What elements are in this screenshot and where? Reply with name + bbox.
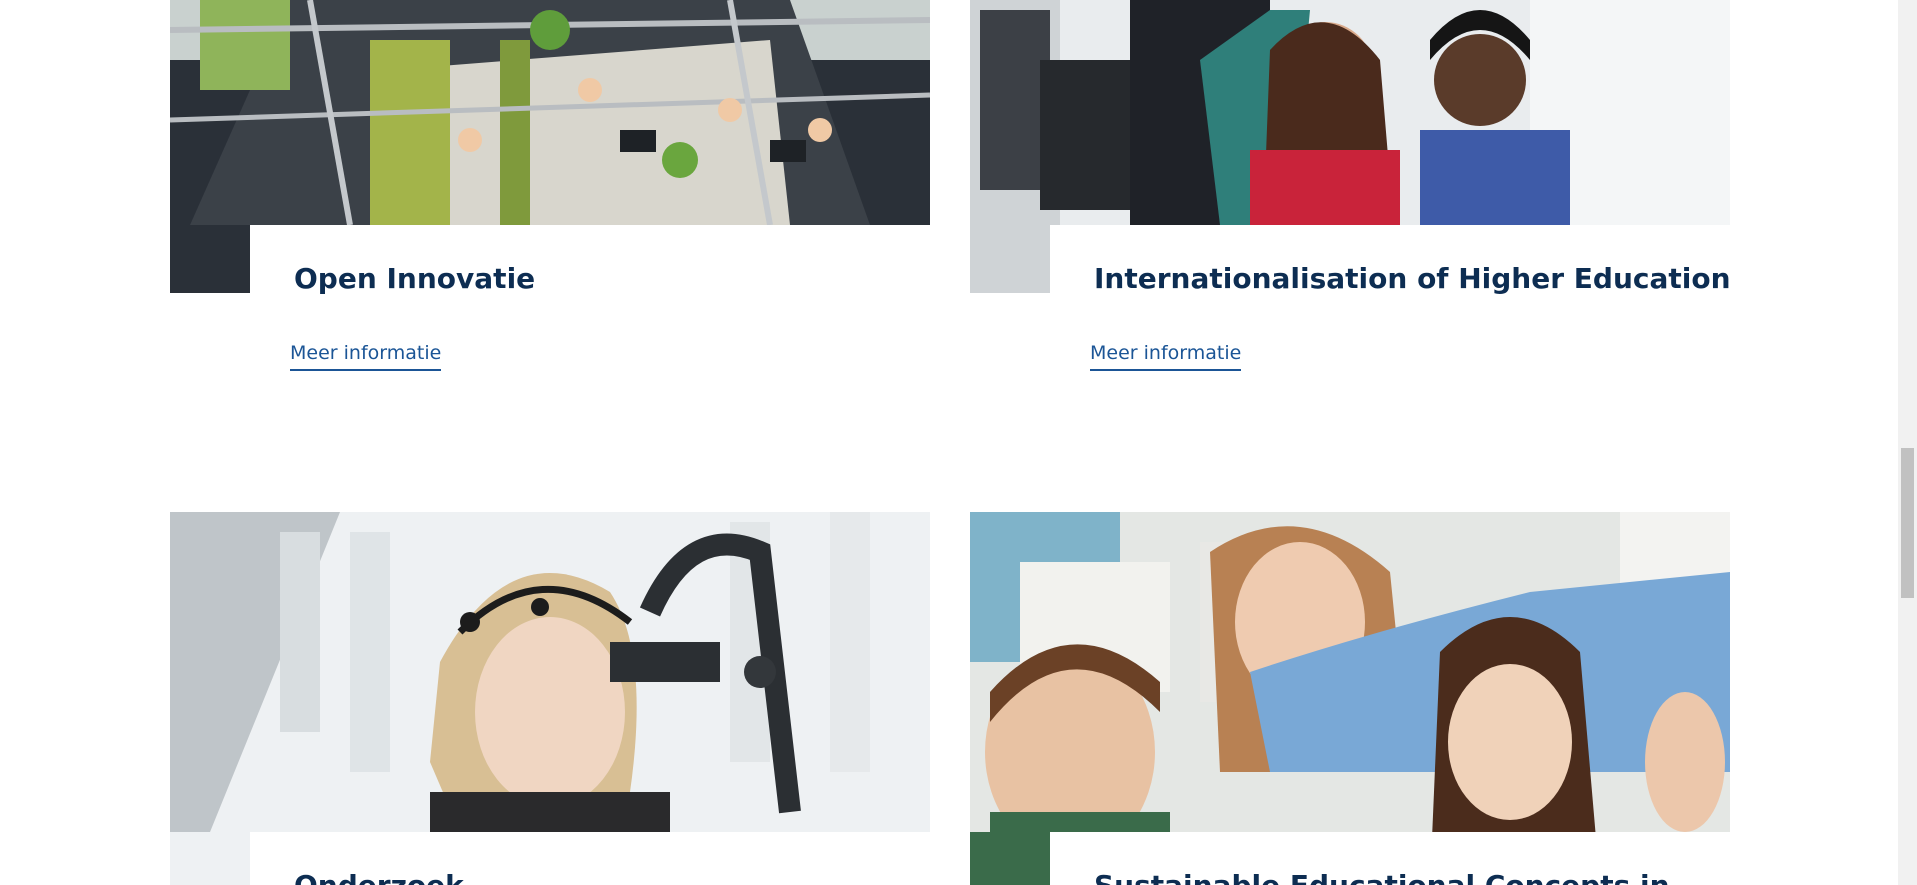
title-box: Onderzoek (250, 832, 930, 885)
page: Open Innovatie Meer informatie Internati… (0, 0, 1917, 885)
meer-informatie-link[interactable]: Meer informatie (290, 340, 442, 371)
card-title: Sustainable Educational Concepts in (1094, 869, 1670, 885)
meer-informatie-link[interactable]: Meer informatie (1090, 340, 1242, 371)
title-box: Open Innovatie (250, 225, 930, 295)
title-box: Internationalisation of Higher Education (1050, 225, 1731, 295)
card-title: Open Innovatie (294, 262, 536, 295)
card-image-teacher (970, 512, 1730, 885)
card-sustainable-educational: Sustainable Educational Concepts in (970, 512, 1730, 885)
vertical-scrollbar[interactable] (1898, 0, 1917, 885)
card-onderzoek: Onderzoek (170, 512, 930, 885)
teacher-with-students-photo (970, 512, 1730, 885)
eeg-research-photo (170, 512, 930, 885)
card-image-eeg (170, 512, 930, 885)
title-box: Sustainable Educational Concepts in (1050, 832, 1730, 885)
card-internationalisation: Internationalisation of Higher Education… (970, 0, 1731, 400)
card-title: Onderzoek (294, 869, 464, 885)
card-open-innovatie: Open Innovatie Meer informatie (170, 0, 930, 400)
scrollbar-thumb[interactable] (1901, 448, 1914, 598)
card-title: Internationalisation of Higher Education (1094, 262, 1731, 295)
